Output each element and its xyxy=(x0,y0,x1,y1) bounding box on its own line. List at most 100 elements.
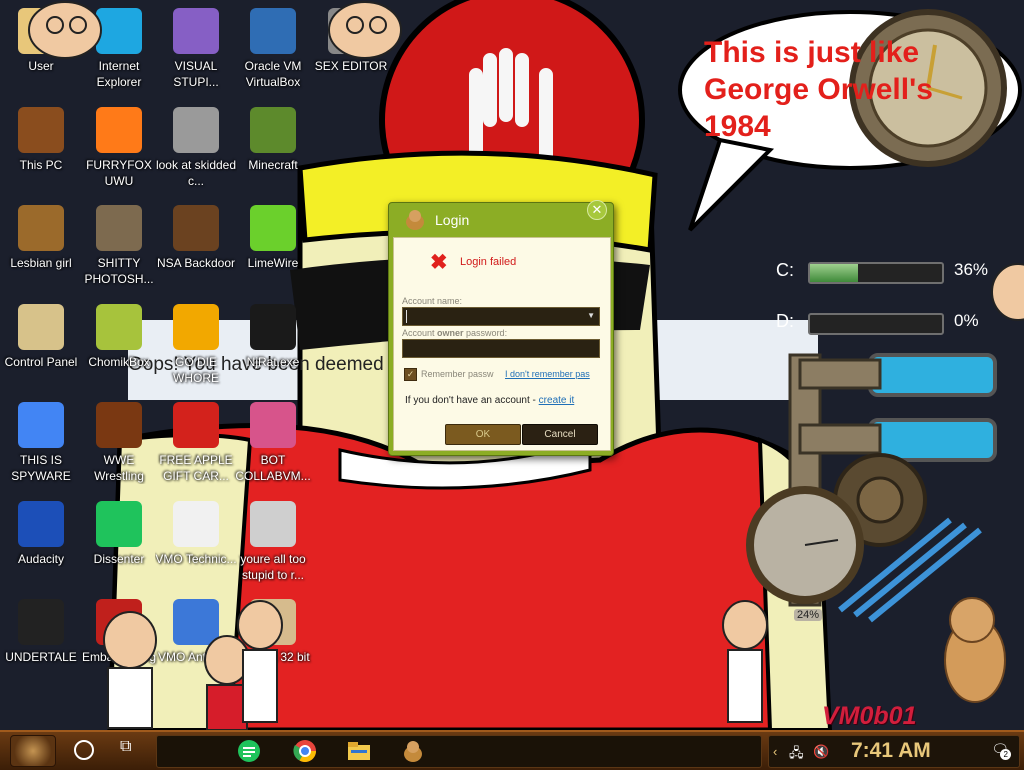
cartoon-character-icon xyxy=(100,610,160,735)
desktop-icon[interactable]: LimeWire xyxy=(232,199,314,291)
desktop-icon-label: Minecraft xyxy=(248,157,298,172)
drive-c-gauge: C: 36% xyxy=(770,260,1000,284)
desktop-icon-label: FREE APPLE GIFT CAR... xyxy=(159,453,233,483)
desktop-icon-label: Control Panel xyxy=(4,354,78,369)
virtualbox-icon xyxy=(250,8,296,54)
account-name-label: Account name: xyxy=(402,296,463,306)
desktop-icon-label: VISUAL STUPI... xyxy=(173,59,219,89)
start-button[interactable] xyxy=(10,735,56,767)
error-x-icon: ✖ xyxy=(430,251,448,274)
desktop-icon-label: look at skidded c... xyxy=(155,157,237,188)
desktop-icon[interactable]: NSA Backdoor xyxy=(155,199,237,291)
desktop-icon[interactable]: ChomikBox xyxy=(78,298,160,390)
desktop-icon[interactable]: UNDERTALE xyxy=(0,593,82,685)
speech-bubble-text: This is just like George Orwell's 1984 xyxy=(704,36,933,143)
tv-icon xyxy=(96,402,142,448)
desktop-icon[interactable]: Control Panel xyxy=(0,298,82,390)
desktop-icon[interactable]: VMO Technic... xyxy=(155,495,237,587)
desktop-icon[interactable]: VISUAL STUPI... xyxy=(155,2,237,94)
desktop-icon[interactable]: Lesbian girl xyxy=(0,199,82,291)
dialog-body: ✖ Login failed Account name: ▼ Account o… xyxy=(393,237,611,451)
password-field[interactable] xyxy=(402,339,600,358)
desktop-icon[interactable]: WWE Wrestling xyxy=(78,396,160,488)
dissenter-icon xyxy=(96,500,142,547)
cartoon-character-head-icon xyxy=(320,0,410,65)
network-icon[interactable]: 🖧 xyxy=(789,744,804,766)
dissenter-taskbar-icon[interactable] xyxy=(231,738,267,766)
desktop-icon-label: Oracle VM VirtualBox xyxy=(244,59,302,89)
hamster-taskbar-icon[interactable] xyxy=(395,738,431,766)
cartoon-character-icon xyxy=(720,600,770,730)
monitor-icon xyxy=(250,402,296,448)
desktop-icon[interactable]: Minecraft xyxy=(232,101,314,193)
drive-c-percent: 36% xyxy=(954,260,989,279)
portrait-icon xyxy=(250,500,296,547)
desktop-icon[interactable]: Audacity xyxy=(0,495,82,587)
drive-d-label: D: xyxy=(776,311,794,331)
dialog-titlebar[interactable]: Login ✕ xyxy=(389,200,613,236)
desktop-icon-label: NSA Backdoor xyxy=(156,256,236,270)
desktop-icon[interactable]: This PC xyxy=(0,101,82,193)
create-account-link[interactable]: create it xyxy=(539,395,575,406)
folder-icon xyxy=(18,205,64,251)
desktop-icon[interactable]: NjRat.exe xyxy=(232,298,314,390)
skull-icon xyxy=(250,303,296,350)
desktop-icon[interactable]: SHITTY PHOTOSH... xyxy=(78,199,160,291)
dialog-title: Login xyxy=(435,212,470,228)
desktop-icon-label: VMO Technic... xyxy=(155,551,237,566)
audacity-icon xyxy=(18,500,64,547)
dropdown-arrow-icon[interactable]: ▼ xyxy=(587,311,595,320)
desktop-icon[interactable]: BOT COLLABVM... xyxy=(232,396,314,488)
account-name-field[interactable]: ▼ xyxy=(402,307,600,326)
desktop-icon-label: youre all too stupid to r... xyxy=(240,551,306,582)
computer-icon xyxy=(18,106,64,153)
chrome-icon xyxy=(18,402,64,448)
copy-icon xyxy=(173,106,219,153)
show-hidden-icons-chevron-icon[interactable]: ‹ xyxy=(773,744,777,759)
desktop-icon-label: WWE Wrestling xyxy=(94,453,144,483)
desktop-icon-label: Dissenter xyxy=(93,551,145,566)
desktop-icon[interactable]: GO DIE WHORE xyxy=(155,298,237,390)
desktop-icon[interactable]: Oracle VM VirtualBox xyxy=(232,2,314,94)
desktop-icon[interactable]: THIS IS SPYWARE xyxy=(0,396,82,488)
cancel-button[interactable]: Cancel xyxy=(522,424,598,445)
gimp-icon xyxy=(96,205,142,251)
desktop-icon-label: THIS IS SPYWARE xyxy=(11,453,71,483)
notification-center-icon[interactable]: 🗨 2 xyxy=(991,741,1012,760)
chest-icon xyxy=(173,205,219,251)
error-text: Login failed xyxy=(460,256,517,268)
drive-c-label: C: xyxy=(776,260,794,280)
taskbar-apps xyxy=(156,735,762,768)
apple-icon xyxy=(173,402,219,448)
text-cursor xyxy=(406,310,407,323)
taskbar: ⧉ ‹ 🖧 🔇 7:41 AM 🗨 2 xyxy=(0,730,1024,770)
file-explorer-taskbar-icon[interactable] xyxy=(341,738,377,766)
desktop-icon-label: Lesbian girl xyxy=(10,256,72,270)
desktop-icon-label: BOT COLLABVM... xyxy=(235,453,311,483)
desktop-icon[interactable]: Dissenter xyxy=(78,495,160,587)
no-account-text: If you don't have an account - create it xyxy=(405,395,575,406)
cpu-percent: 24% xyxy=(794,609,823,621)
desktop-icon-label: SHITTY PHOTOSH... xyxy=(84,256,154,286)
desktop-icon-label: Audacity xyxy=(17,551,65,566)
wallpaper-signature: VM0b01 xyxy=(822,702,917,730)
desktop-icon[interactable]: look at skidded c... xyxy=(155,101,237,193)
remember-checkbox[interactable]: ✓ xyxy=(404,368,417,381)
error-message: ✖ Login failed xyxy=(430,251,517,274)
login-dialog: Login ✕ ✖ Login failed Account name: ▼ A… xyxy=(388,200,614,456)
desktop-icon[interactable]: FREE APPLE GIFT CAR... xyxy=(155,396,237,488)
minecraft-icon xyxy=(250,106,296,153)
forgot-password-link[interactable]: I don't remember pas xyxy=(505,369,590,379)
search-icon[interactable] xyxy=(74,740,94,760)
cartoon-character-head-icon xyxy=(20,0,110,65)
ok-button[interactable]: OK xyxy=(445,424,521,445)
desktop-icon-label: NjRat.exe xyxy=(246,354,300,369)
desktop-icon[interactable]: youre all too stupid to r... xyxy=(232,495,314,587)
close-icon[interactable]: ✕ xyxy=(587,200,607,220)
task-view-icon[interactable]: ⧉ xyxy=(120,738,131,756)
cartoon-character-icon xyxy=(235,600,285,730)
desktop-icon[interactable]: FURRYFOX UWU xyxy=(78,101,160,193)
volume-muted-icon[interactable]: 🔇 xyxy=(813,744,829,760)
taskbar-clock[interactable]: 7:41 AM xyxy=(851,739,931,763)
chrome-taskbar-icon[interactable] xyxy=(287,738,323,766)
